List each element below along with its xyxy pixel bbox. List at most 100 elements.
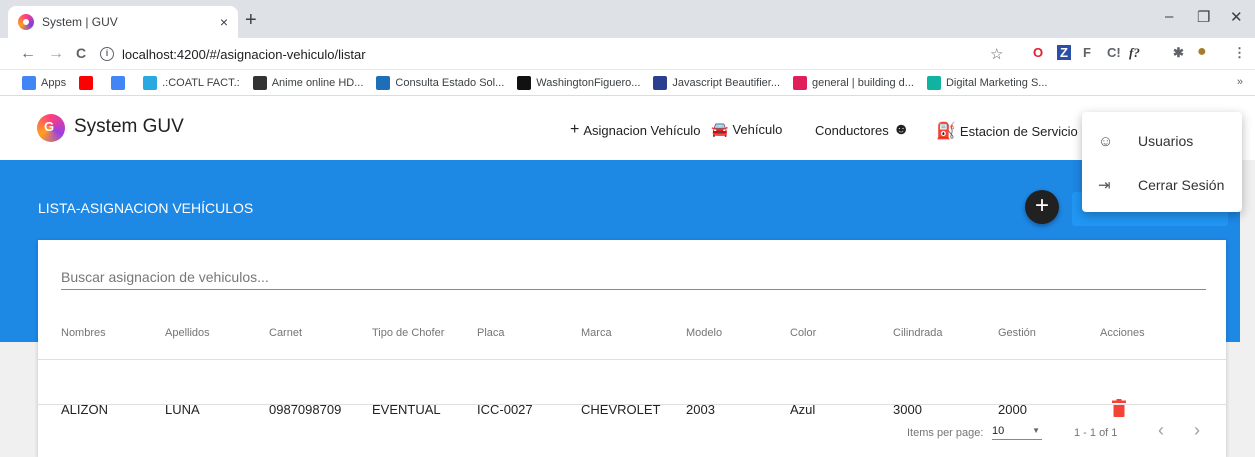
close-window-button[interactable]: ✕	[1230, 8, 1243, 26]
menu-item-label: Cerrar Sesión	[1138, 177, 1225, 193]
minimize-button[interactable]: –	[1165, 8, 1173, 25]
dropdown-arrow-icon: ▼	[1032, 426, 1040, 435]
app-favicon-icon	[18, 14, 34, 30]
youtube-icon	[79, 75, 94, 90]
bookmark-label: .:COATL FACT.:	[162, 76, 240, 89]
anime-icon	[252, 75, 267, 90]
bookmarks-overflow-icon[interactable]: »	[1237, 76, 1243, 88]
bookmarks-bar: Apps .:COATL FACT.: Anime online HD... Cons…	[0, 70, 1255, 96]
column-header-color[interactable]: Color	[790, 327, 816, 339]
reload-icon[interactable]: C	[76, 45, 86, 61]
menu-item-label: Usuarios	[1138, 133, 1194, 149]
bookmark-label: general | building d...	[812, 76, 914, 89]
css-extension-icon[interactable]: C!	[1107, 45, 1121, 60]
car-icon: 🚘	[711, 121, 729, 137]
bookmark-item[interactable]	[111, 75, 130, 90]
plus-icon: +	[570, 121, 580, 138]
google-icon	[111, 75, 126, 90]
delete-trash-icon[interactable]	[1112, 399, 1126, 417]
column-header-carnet[interactable]: Carnet	[269, 327, 302, 339]
browser-tabstrip: System | GUV × + – ❐ ✕	[0, 0, 1255, 38]
nav-conductores[interactable]: Conductores ☻	[815, 121, 914, 139]
bookmark-label: WashingtonFiguero...	[536, 76, 641, 89]
column-header-nombres[interactable]: Nombres	[61, 327, 106, 339]
bookmark-label: Consulta Estado Sol...	[395, 76, 505, 89]
column-header-tipo-chofer[interactable]: Tipo de Chofer	[372, 327, 444, 339]
app-logo-icon[interactable]	[37, 114, 65, 142]
search-input[interactable]	[61, 264, 1206, 290]
user-dropdown-menu: ☺ Usuarios ⇥ Cerrar Sesión	[1082, 112, 1242, 212]
opera-extension-icon[interactable]: O	[1033, 45, 1043, 60]
beautifier-icon	[653, 75, 668, 90]
menu-item-usuarios[interactable]: ☺ Usuarios	[1082, 119, 1242, 163]
driver-face-icon: ☻	[892, 121, 910, 138]
nav-label: Estacion de Servicio	[959, 123, 1078, 139]
info-icon[interactable]: i	[100, 47, 114, 61]
bookmark-item[interactable]: Digital Marketing S...	[926, 75, 1047, 90]
feedly-extension-icon[interactable]: F	[1083, 45, 1091, 60]
profile-avatar-icon[interactable]: ●	[1197, 43, 1207, 61]
page-range: 1 - 1 of 1	[1074, 427, 1118, 439]
add-asignacion-button[interactable]: +	[1025, 190, 1059, 224]
logout-icon: ⇥	[1098, 177, 1111, 194]
px-icon	[926, 75, 941, 90]
table-card: Nombres Apellidos Carnet Tipo de Chofer …	[38, 240, 1226, 457]
tab-close-icon[interactable]: ×	[220, 14, 228, 30]
forward-arrow-icon[interactable]: →	[48, 45, 64, 63]
nav-label: Vehículo	[732, 122, 783, 137]
app-title[interactable]: System GUV	[74, 116, 184, 138]
document-icon	[376, 75, 391, 90]
nav-vehiculo[interactable]: 🚘 Vehículo	[707, 121, 782, 138]
nav-label: Asignacion Vehículo	[583, 122, 701, 138]
page-size-value: 10	[992, 425, 1005, 437]
items-per-page-label: Items per page:	[907, 427, 984, 439]
page-size-select[interactable]: 10 ▼	[992, 425, 1042, 440]
previous-page-button[interactable]: ‹	[1158, 420, 1164, 441]
bookmark-item[interactable]: Apps	[22, 75, 67, 90]
column-header-marca[interactable]: Marca	[581, 327, 612, 339]
github-icon	[517, 75, 532, 90]
bookmark-label: Apps	[41, 76, 67, 89]
bookmark-item[interactable]: .:COATL FACT.:	[143, 75, 240, 90]
back-arrow-icon[interactable]: ←	[20, 45, 36, 63]
address-bar[interactable]: i localhost:4200/#/asignacion-vehiculo/l…	[100, 43, 1015, 65]
browser-menu-icon[interactable]: ⋮	[1233, 45, 1246, 61]
column-header-gestion[interactable]: Gestión	[998, 327, 1036, 339]
bookmark-item[interactable]: general | building d...	[793, 75, 914, 90]
slack-icon	[793, 75, 808, 90]
users-icon: ☺	[1098, 132, 1114, 150]
new-tab-button[interactable]: +	[245, 10, 257, 30]
extensions-puzzle-icon[interactable]: ✱	[1173, 45, 1184, 61]
app-header: System GUV + Asignacion Vehículo 🚘 Vehíc…	[0, 96, 1255, 160]
apps-grid-icon	[22, 75, 36, 90]
nav-estacion-servicio[interactable]: ⛽ Estacion de Servicio	[932, 121, 1078, 141]
bookmark-label: Javascript Beautifier...	[672, 76, 781, 89]
column-header-cilindrada[interactable]: Cilindrada	[893, 327, 943, 339]
column-header-modelo[interactable]: Modelo	[686, 327, 722, 339]
page-title: LISTA-ASIGNACION VEHÍCULOS	[38, 200, 254, 216]
coatl-icon	[143, 75, 158, 90]
function-extension-icon[interactable]: f?	[1129, 45, 1140, 61]
url-text: localhost:4200/#/asignacion-vehiculo/lis…	[122, 46, 366, 62]
menu-item-cerrar-sesion[interactable]: ⇥ Cerrar Sesión	[1082, 163, 1242, 207]
bookmark-item[interactable]: WashingtonFiguero...	[517, 75, 641, 90]
zotero-extension-icon[interactable]: Z	[1057, 45, 1071, 60]
bookmark-item[interactable]	[79, 75, 98, 90]
header-divider	[38, 359, 1226, 360]
nav-asignacion-vehiculo[interactable]: + Asignacion Vehículo	[566, 121, 700, 139]
bookmark-item[interactable]: Consulta Estado Sol...	[376, 75, 505, 90]
column-header-acciones: Acciones	[1100, 327, 1145, 339]
gas-station-icon: ⛽	[936, 123, 956, 140]
bookmark-item[interactable]: Anime online HD...	[252, 75, 363, 90]
browser-toolbar: ← → C i localhost:4200/#/asignacion-vehi…	[0, 38, 1255, 70]
next-page-button[interactable]: ›	[1194, 420, 1200, 441]
column-header-placa[interactable]: Placa	[477, 327, 505, 339]
bookmark-item[interactable]: Javascript Beautifier...	[653, 75, 781, 90]
bookmark-star-icon[interactable]: ☆	[990, 45, 1003, 63]
nav-label: Conductores	[815, 122, 889, 138]
row-divider	[38, 404, 1226, 405]
column-header-apellidos[interactable]: Apellidos	[165, 327, 210, 339]
browser-tab[interactable]: System | GUV ×	[8, 6, 238, 38]
maximize-button[interactable]: ❐	[1197, 8, 1210, 26]
tab-title: System | GUV	[42, 15, 118, 29]
